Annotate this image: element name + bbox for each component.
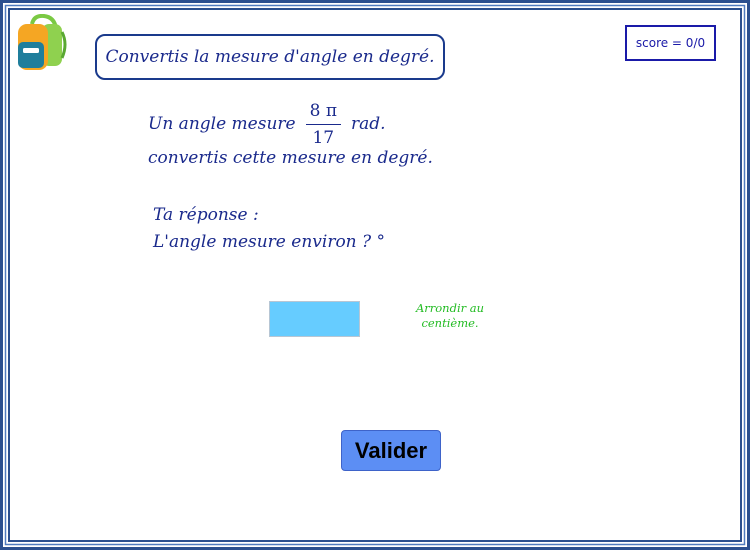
validate-button[interactable]: Valider xyxy=(341,430,441,471)
question-prefix: Un angle mesure xyxy=(148,114,296,134)
fraction-denominator: 17 xyxy=(312,127,335,148)
hint-line-2: centième. xyxy=(421,316,479,330)
backpack-icon xyxy=(16,13,68,72)
rounding-hint: Arrondir au centième. xyxy=(404,301,496,331)
answer-label: Ta réponse : xyxy=(153,205,259,225)
fraction-numerator: 8 π xyxy=(305,101,341,125)
answer-input[interactable] xyxy=(269,301,360,337)
answer-sentence: L'angle mesure environ ? ° xyxy=(153,232,386,252)
answer-block: Ta réponse : L'angle mesure environ ? ° xyxy=(153,202,385,256)
score-display: score = 0/0 xyxy=(625,25,716,61)
angle-fraction: 8 π 17 xyxy=(305,101,341,148)
instruction-title: Convertis la mesure d'angle en degré. xyxy=(95,34,445,80)
question-statement: Un angle mesure 8 π 17 rad. xyxy=(148,100,386,148)
hint-line-1: Arrondir au xyxy=(415,301,485,315)
question-instruction: convertis cette mesure en degré. xyxy=(148,148,433,168)
angle-unit: rad. xyxy=(351,114,386,134)
